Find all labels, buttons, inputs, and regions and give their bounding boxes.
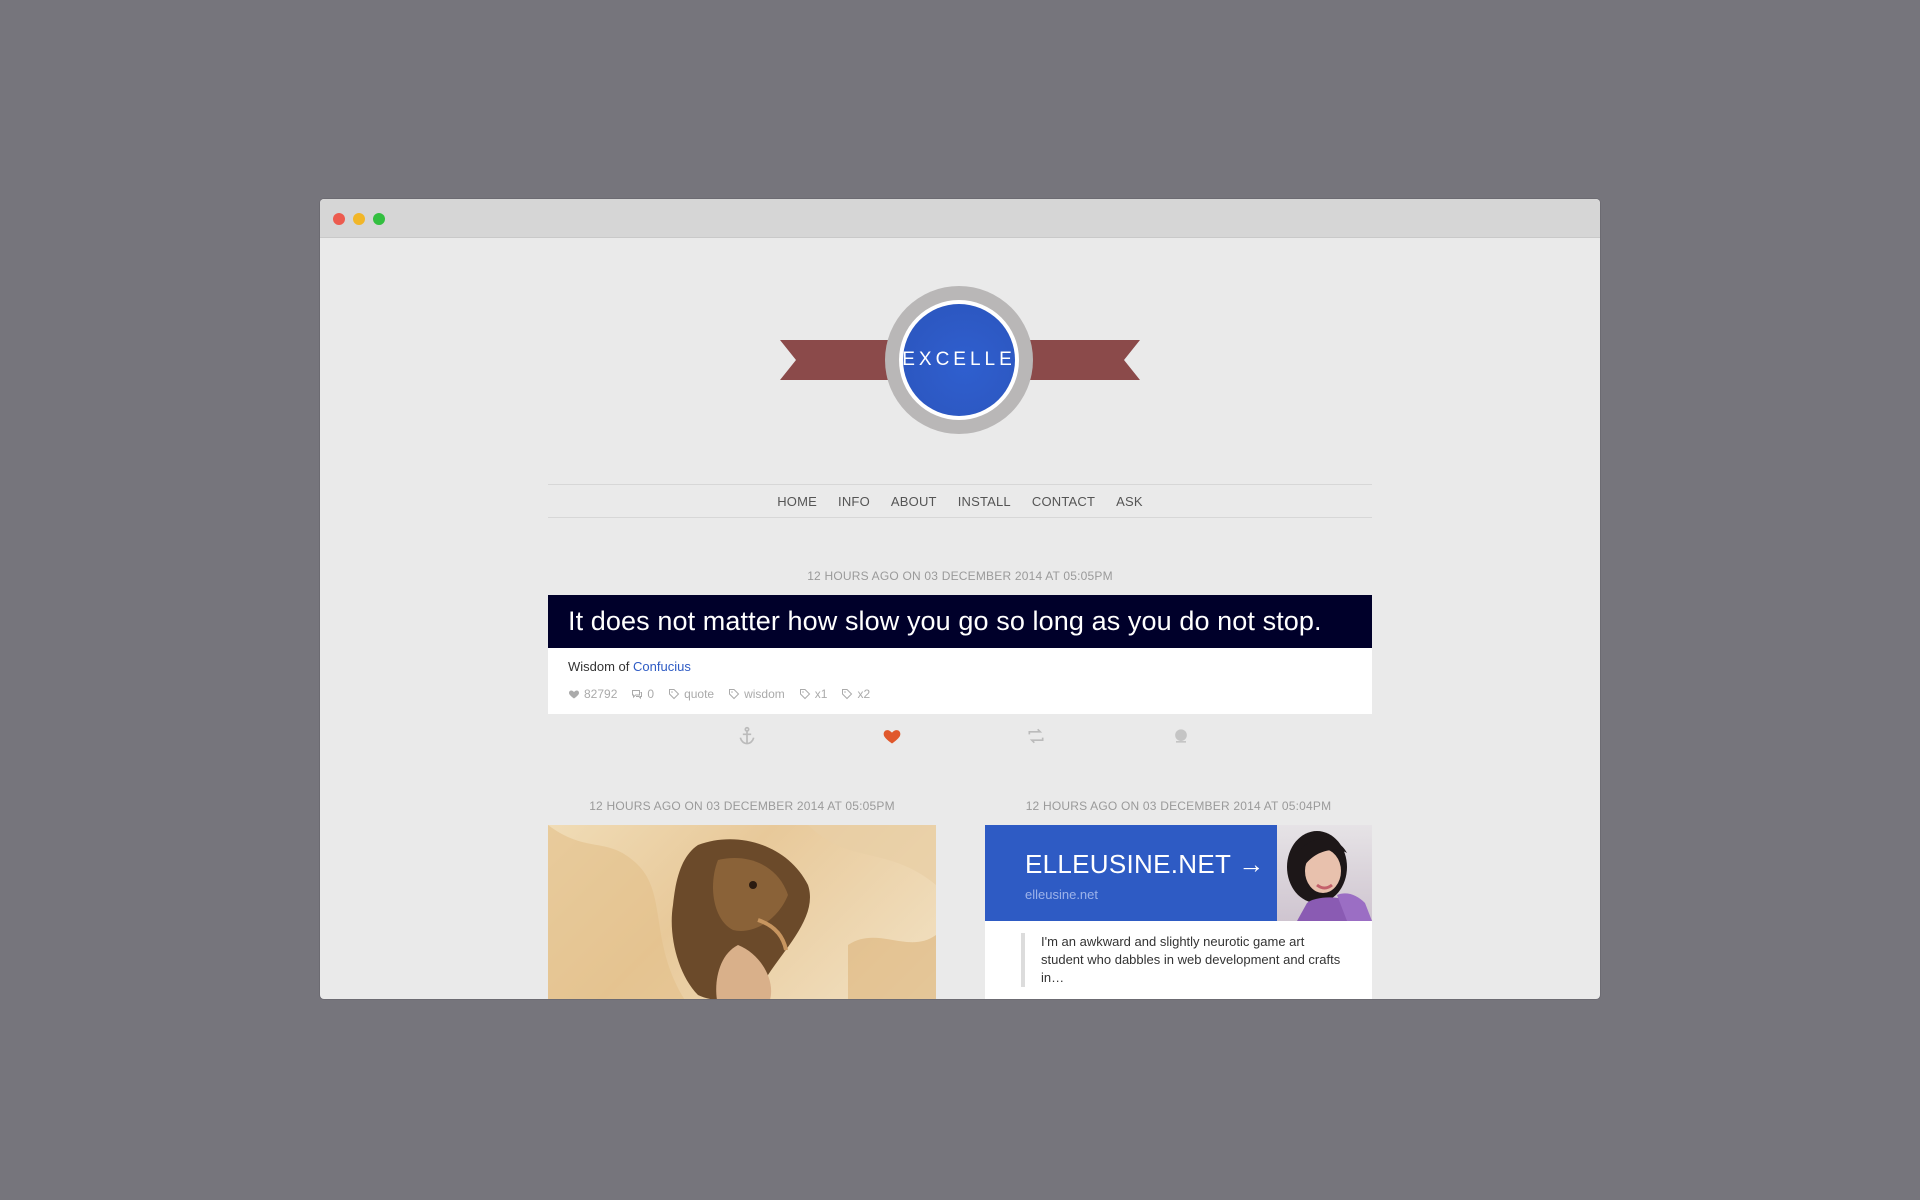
heart-icon bbox=[568, 690, 580, 699]
comment-count[interactable]: 0 bbox=[631, 687, 654, 701]
tag-icon bbox=[729, 689, 740, 700]
quote-source-prefix: Wisdom of bbox=[568, 659, 630, 674]
link-post: ELLEUSINE.NET → elleusine.net I'm an awk… bbox=[985, 825, 1372, 999]
nav-ask[interactable]: ASK bbox=[1116, 494, 1143, 509]
browser-window: EXCELLE HOME INFO ABOUT INSTALL CONTACT … bbox=[320, 199, 1600, 999]
photo-post-timestamp[interactable]: 12 HOURS AGO ON 03 DECEMBER 2014 AT 05:0… bbox=[548, 799, 936, 813]
quote-post: It does not matter how slow you go so lo… bbox=[548, 595, 1372, 648]
close-window-button[interactable] bbox=[333, 213, 345, 225]
logo-text: EXCELLE bbox=[902, 349, 1016, 370]
reblog-icon bbox=[1028, 728, 1044, 744]
tag-x2[interactable]: x2 bbox=[841, 687, 870, 701]
nav-home[interactable]: HOME bbox=[777, 494, 817, 509]
quote-post-footer: Wisdom of Confucius 82792 0 quote wisdom… bbox=[548, 648, 1372, 714]
link-url[interactable]: elleusine.net bbox=[1025, 887, 1098, 902]
quote-source-link[interactable]: Confucius bbox=[633, 659, 691, 674]
tag-icon bbox=[799, 689, 810, 700]
quote-post-timestamp[interactable]: 12 HOURS AGO ON 03 DECEMBER 2014 AT 05:0… bbox=[548, 569, 1372, 583]
share-button[interactable] bbox=[1169, 724, 1193, 748]
heart-icon bbox=[883, 730, 901, 744]
link-post-timestamp[interactable]: 12 HOURS AGO ON 03 DECEMBER 2014 AT 05:0… bbox=[985, 799, 1372, 813]
site-logo[interactable]: EXCELLE bbox=[780, 286, 1140, 436]
reblog-button[interactable] bbox=[1024, 724, 1048, 748]
tag-icon bbox=[842, 689, 853, 700]
anchor-icon bbox=[739, 726, 755, 745]
comment-icon bbox=[632, 690, 643, 700]
link-post-header[interactable]: ELLEUSINE.NET → elleusine.net bbox=[985, 825, 1277, 921]
like-count[interactable]: 82792 bbox=[568, 687, 617, 701]
globe-icon bbox=[1175, 729, 1187, 743]
tag-wisdom[interactable]: wisdom bbox=[728, 687, 785, 701]
nav-contact[interactable]: CONTACT bbox=[1032, 494, 1095, 509]
logo-badge: EXCELLE bbox=[902, 304, 1016, 416]
nav-install[interactable]: INSTALL bbox=[958, 494, 1011, 509]
quote-text: It does not matter how slow you go so lo… bbox=[568, 606, 1322, 636]
maximize-window-button[interactable] bbox=[373, 213, 385, 225]
window-titlebar bbox=[320, 199, 1600, 238]
quote-source: Wisdom of Confucius bbox=[568, 659, 691, 674]
minimize-window-button[interactable] bbox=[353, 213, 365, 225]
link-title[interactable]: ELLEUSINE.NET → bbox=[1025, 849, 1265, 880]
tag-quote[interactable]: quote bbox=[668, 687, 714, 701]
permalink-button[interactable] bbox=[735, 724, 759, 748]
link-excerpt: I'm an awkward and slightly neurotic gam… bbox=[1021, 933, 1341, 987]
nav-about[interactable]: ABOUT bbox=[891, 494, 937, 509]
tag-x1[interactable]: x1 bbox=[799, 687, 827, 701]
page-content: EXCELLE HOME INFO ABOUT INSTALL CONTACT … bbox=[320, 238, 1600, 999]
post-meta: 82792 0 quote wisdom x1 x2 bbox=[568, 687, 870, 701]
nav-info[interactable]: INFO bbox=[838, 494, 870, 509]
main-nav: HOME INFO ABOUT INSTALL CONTACT ASK bbox=[548, 484, 1372, 518]
portrait-image bbox=[1287, 831, 1372, 921]
like-button[interactable] bbox=[880, 724, 904, 748]
tag-icon bbox=[669, 689, 680, 700]
artwork-image bbox=[548, 825, 936, 999]
photo-post-image[interactable] bbox=[548, 825, 936, 999]
link-thumbnail[interactable] bbox=[1277, 825, 1372, 921]
